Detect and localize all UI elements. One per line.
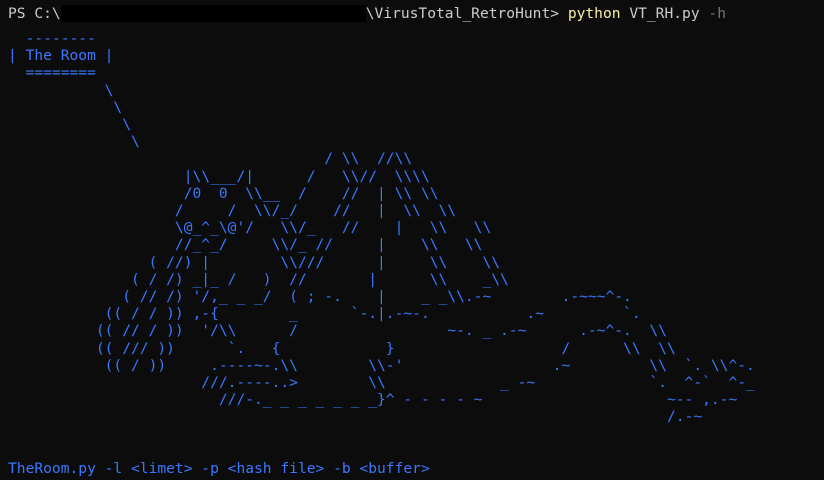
ascii-art-line: \ — [8, 81, 114, 99]
ascii-art-line: \@_^_\@'/ \\/_ // | \\ \\ — [8, 219, 492, 237]
ascii-art-line: / / \\/_/ // | \\ \\ — [8, 202, 457, 220]
ascii-art-banner: -------- | The Room | ======== \ \ \ \ /… — [8, 30, 755, 426]
ascii-art-line: ///.----..> \\ _ -~ `. ^-` ^-_ — [8, 374, 755, 392]
ascii-art-line: ///-._ _ _ _ _ _ _}^ - - - - ~ ~-- ,.-~ — [8, 391, 738, 409]
ascii-art-line: //_^_/ \\/_ // | \\ \\ — [8, 236, 483, 254]
ascii-art-line: (( / / )) ,-{ _ `-.|.-~-. .~ `. — [8, 305, 641, 323]
ascii-art-line: / \\ //\\ — [8, 150, 413, 168]
ascii-art-line: ( // /) '/,_ _ _/ ( ; -. | _ _\\.-~ .-~~… — [8, 288, 632, 306]
prompt-path: \VirusTotal_RetroHunt> — [365, 5, 560, 22]
prompt-drive: PS C:\ — [8, 5, 61, 22]
script-name: VT_RH.py — [629, 5, 700, 22]
command-name: python — [567, 5, 621, 22]
ascii-art-line: ( //) | \\/// | \\ \\ — [8, 253, 501, 271]
ascii-art-line: |\\___/| / \\// \\\\ — [8, 167, 430, 185]
ascii-art-line: \ — [8, 98, 123, 116]
ascii-art-line: \ — [8, 133, 140, 151]
ascii-art-line: \ — [8, 116, 132, 134]
command-prompt-line: PS C:\ \VirusTotal_RetroHunt> python VT_R… — [8, 4, 726, 23]
help-flag: -h — [708, 5, 726, 22]
redacted-path-block — [60, 5, 366, 22]
terminal-window[interactable]: PS C:\ \VirusTotal_RetroHunt> python VT_R… — [0, 0, 824, 480]
ascii-art-line: ( / /) _|_ / ) // | \\ _\\ — [8, 270, 509, 288]
ascii-art-line: /.-~ — [8, 408, 703, 426]
usage-line: TheRoom.py -l <limet> -p <hash file> -b … — [8, 460, 430, 477]
ascii-art-line: | The Room | — [8, 47, 114, 65]
ascii-art-line: ======== — [8, 64, 96, 82]
ascii-art-line: (( /// )) `. { } / \\ \\ — [8, 339, 676, 357]
ascii-art-line: (( / )) .----~-.\\ \\-' .~ \\ `. \\^-. — [8, 356, 755, 374]
ascii-art-line: (( // / )) '/\\ / ~-. _ .-~ .-~^-. \\ — [8, 322, 667, 340]
ascii-art-line: /0 0 \\__ / // | \\ \\ — [8, 184, 439, 202]
ascii-art-line: -------- — [8, 30, 96, 47]
